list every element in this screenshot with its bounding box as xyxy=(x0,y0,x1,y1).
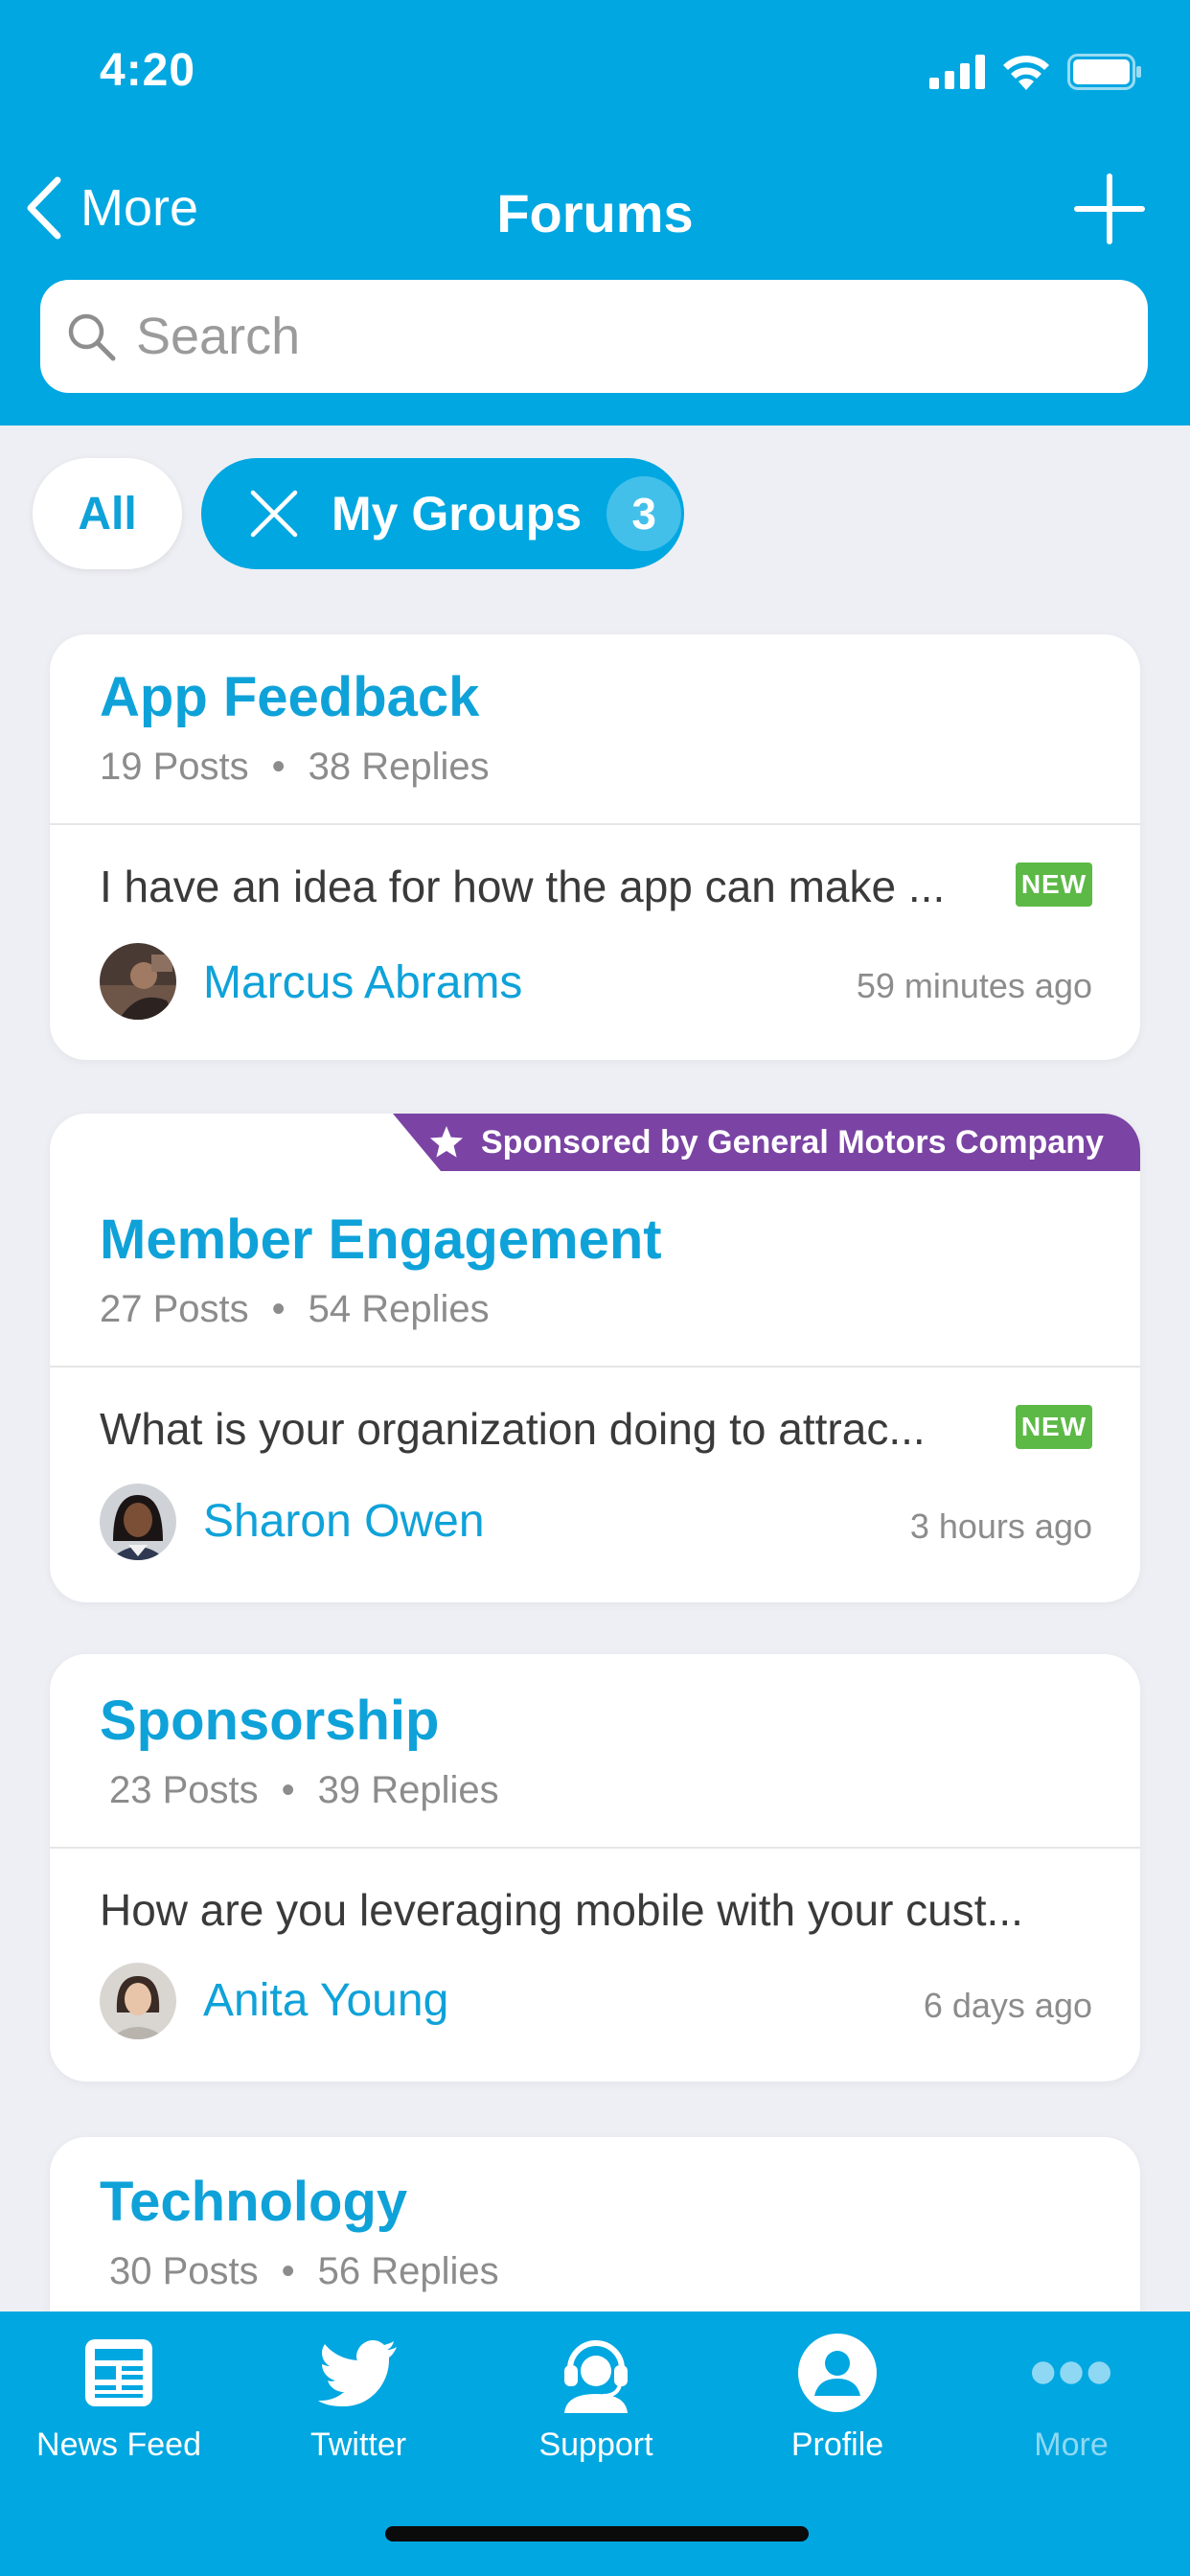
plus-icon[interactable] xyxy=(1073,172,1146,245)
sponsor-banner[interactable]: Sponsored by General Motors Company xyxy=(393,1114,1140,1171)
page-title: Forums xyxy=(496,183,694,243)
avatar-photo xyxy=(100,943,176,1020)
new-badge: NEW xyxy=(1016,1405,1092,1449)
status-icons xyxy=(929,54,1142,90)
headset-icon xyxy=(556,2333,636,2413)
avatar[interactable] xyxy=(100,1963,176,2039)
tab-label: Support xyxy=(538,2426,653,2463)
latest-post-preview[interactable]: I have an idea for how the app can make … xyxy=(100,861,945,912)
post-count: 30 Posts xyxy=(109,2250,259,2292)
tab-profile[interactable]: Profile xyxy=(719,2333,956,2486)
tab-more[interactable]: More xyxy=(952,2333,1190,2486)
separator-dot: • xyxy=(271,1288,286,1330)
latest-post-preview[interactable]: What is your organization doing to attra… xyxy=(100,1403,926,1455)
reply-count: 38 Replies xyxy=(308,746,490,788)
forum-stats: 30 Posts • 56 Replies xyxy=(109,2250,499,2293)
filter-my-groups-label: My Groups xyxy=(332,487,583,540)
forum-card-app-feedback[interactable]: App Feedback 19 Posts • 38 Replies I have … xyxy=(50,634,1140,1060)
star-icon xyxy=(430,1126,463,1158)
close-icon[interactable] xyxy=(245,485,303,542)
search-bar[interactable] xyxy=(40,280,1148,393)
divider xyxy=(50,1847,1140,1849)
avatar-photo xyxy=(100,1484,176,1560)
home-indicator[interactable] xyxy=(385,2526,809,2542)
avatar-photo xyxy=(100,1963,176,2039)
latest-post-preview[interactable]: How are you leveraging mobile with your … xyxy=(100,1884,1023,1936)
header: 4:20 More Forums xyxy=(0,0,1190,426)
tab-label: Twitter xyxy=(309,2426,407,2463)
author-name[interactable]: Anita Young xyxy=(203,1974,448,2027)
filter-my-groups-chip[interactable]: My Groups 3 xyxy=(201,458,684,569)
avatar[interactable] xyxy=(100,1484,176,1560)
battery-icon xyxy=(1067,54,1141,90)
post-count: 23 Posts xyxy=(109,1769,259,1811)
forum-title[interactable]: Technology xyxy=(100,2170,407,2234)
status-time: 4:20 xyxy=(100,45,196,96)
separator-dot: • xyxy=(281,2250,295,2292)
forum-title[interactable]: App Feedback xyxy=(100,665,479,729)
forum-stats: 27 Posts • 54 Replies xyxy=(100,1288,490,1331)
divider xyxy=(50,823,1140,825)
forum-stats: 19 Posts • 38 Replies xyxy=(100,746,490,789)
post-count: 27 Posts xyxy=(100,1288,249,1330)
reply-count: 39 Replies xyxy=(317,1769,499,1811)
twitter-bird-icon xyxy=(318,2333,399,2413)
sponsor-text: Sponsored by General Motors Company xyxy=(481,1123,1104,1161)
separator-dot: • xyxy=(281,1769,295,1811)
author-name[interactable]: Marcus Abrams xyxy=(203,956,522,1009)
tab-twitter[interactable]: Twitter xyxy=(240,2333,477,2486)
author-name[interactable]: Sharon Owen xyxy=(203,1495,485,1548)
reply-count: 54 Replies xyxy=(308,1288,490,1330)
tab-label: News Feed xyxy=(36,2426,201,2463)
filter-all-label: All xyxy=(78,488,137,540)
avatar[interactable] xyxy=(100,943,176,1020)
forum-title[interactable]: Sponsorship xyxy=(100,1689,439,1753)
search-icon xyxy=(68,313,116,361)
groups-count-badge: 3 xyxy=(606,476,682,551)
more-dots-icon xyxy=(1031,2333,1111,2413)
divider xyxy=(50,1366,1140,1368)
tab-label: Profile xyxy=(790,2426,884,2463)
forum-stats: 23 Posts • 39 Replies xyxy=(109,1769,499,1812)
tab-news-feed[interactable]: News Feed xyxy=(0,2333,238,2486)
separator-dot: • xyxy=(271,746,286,788)
reply-count: 56 Replies xyxy=(317,2250,499,2292)
tab-support[interactable]: Support xyxy=(477,2333,715,2486)
post-count: 19 Posts xyxy=(100,746,249,788)
new-badge: NEW xyxy=(1016,862,1092,907)
post-time: 59 minutes ago xyxy=(856,966,1092,1005)
forum-card-sponsorship[interactable]: Sponsorship 23 Posts • 39 Replies How are … xyxy=(50,1654,1140,2082)
post-time: 3 hours ago xyxy=(909,1506,1092,1546)
filter-all-button[interactable]: All xyxy=(33,458,182,569)
person-icon xyxy=(797,2333,878,2413)
forum-title[interactable]: Member Engagement xyxy=(100,1208,662,1272)
search-input[interactable] xyxy=(136,307,1094,366)
newspaper-icon xyxy=(79,2333,159,2413)
cellular-signal-icon xyxy=(929,55,985,89)
forum-card-member-engagement[interactable]: Sponsored by General Motors Company Memb… xyxy=(50,1114,1140,1602)
post-time: 6 days ago xyxy=(923,1986,1092,2025)
tab-label: More xyxy=(1034,2426,1109,2463)
wifi-icon xyxy=(1003,56,1049,90)
